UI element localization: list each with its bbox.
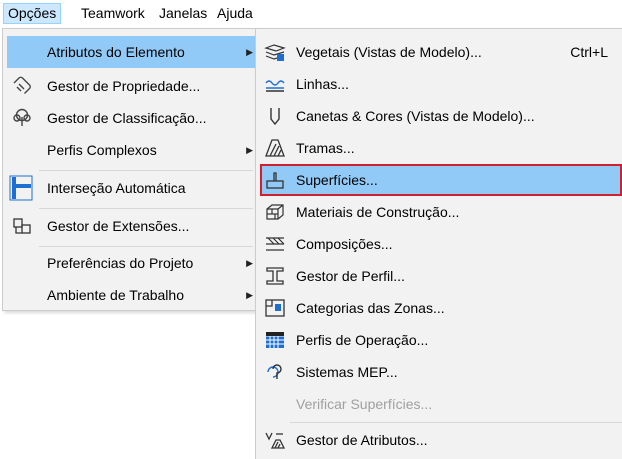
layers-icon: [264, 42, 286, 62]
shortcut-text: Ctrl+L: [570, 44, 608, 60]
submenu-item-label: Verificar Superfícies...: [296, 396, 433, 412]
menu-separator: [39, 208, 253, 209]
pen-icon: [264, 106, 286, 126]
zone-category-icon: [264, 298, 286, 318]
menu-item-label: Gestor de Extensões...: [47, 218, 190, 234]
submenu-item-compositions[interactable]: Composições...: [260, 228, 622, 260]
menu-item-label: Interseção Automática: [47, 180, 186, 196]
tree-icon: [11, 108, 33, 128]
submenu-item-building-materials[interactable]: Materiais de Construção...: [260, 196, 622, 228]
submenu-item-label: Composições...: [296, 236, 393, 252]
menu-teamwork-label: Teamwork: [81, 5, 145, 21]
submenu-item-label: Superfícies...: [296, 172, 378, 188]
menu-item-label: Atributos do Elemento: [47, 44, 185, 60]
submenu-item-label: Gestor de Perfil...: [296, 268, 405, 284]
submenu-item-lines[interactable]: Linhas...: [260, 68, 622, 100]
brick-cube-icon: [264, 202, 286, 222]
menu-opcoes-label: Opções: [8, 5, 57, 21]
mep-systems-icon: [264, 362, 286, 382]
submenu-item-label: Perfis de Operação...: [296, 332, 429, 348]
submenu-item-label: Materiais de Construção...: [296, 204, 460, 220]
menu-item-label: Gestor de Classificação...: [47, 110, 207, 126]
menu-item-auto-intersection[interactable]: Interseção Automática: [7, 172, 255, 204]
menu-item-complex-profiles[interactable]: Perfis Complexos ▶: [7, 134, 255, 166]
intersection-icon: [9, 175, 33, 201]
menu-janelas-label: Janelas: [159, 5, 208, 21]
submenu-item-pens-colors[interactable]: Canetas & Cores (Vistas de Modelo)...: [260, 100, 622, 132]
menu-janelas[interactable]: Janelas: [155, 3, 211, 24]
submenu-item-label: Sistemas MEP...: [296, 364, 398, 380]
submenu-item-label: Linhas...: [296, 76, 349, 92]
hatch-fill-icon: [264, 138, 286, 158]
menu-item-property-manager[interactable]: Gestor de Propriedade...: [7, 70, 255, 102]
composite-layers-icon: [264, 234, 286, 254]
element-attributes-submenu: Vegetais (Vistas de Modelo)... Ctrl+L Li…: [255, 28, 622, 459]
menu-item-classification-manager[interactable]: Gestor de Classificação...: [7, 102, 255, 134]
menu-separator: [39, 170, 253, 171]
menu-item-label: Gestor de Propriedade...: [47, 78, 201, 94]
grid-schedule-icon: [264, 330, 286, 350]
options-menu: Atributos do Elemento ▶ Gestor de Propri…: [2, 28, 260, 311]
attribute-manager-icon: [264, 430, 286, 450]
menu-item-project-preferences[interactable]: Preferências do Projeto ▶: [7, 247, 255, 279]
i-beam-profile-icon: [264, 266, 286, 286]
submenu-item-surfaces[interactable]: Superfícies...: [260, 164, 622, 196]
menu-ajuda-label: Ajuda: [217, 5, 253, 21]
menu-item-label: Ambiente de Trabalho: [47, 287, 184, 303]
submenu-item-layers[interactable]: Vegetais (Vistas de Modelo)... Ctrl+L: [260, 36, 622, 68]
submenu-item-label: Tramas...: [296, 140, 355, 156]
menu-opcoes[interactable]: Opções: [3, 3, 62, 24]
lines-icon: [264, 74, 286, 94]
submenu-arrow-icon: ▶: [246, 47, 253, 57]
menu-ajuda[interactable]: Ajuda: [213, 3, 257, 24]
menu-bar: Opções Teamwork Janelas Ajuda: [0, 0, 622, 27]
menu-item-work-environment[interactable]: Ambiente de Trabalho ▶: [7, 279, 255, 311]
submenu-item-label: Vegetais (Vistas de Modelo)...: [296, 44, 482, 60]
link-chain-icon: [11, 76, 33, 96]
submenu-item-label: Categorias das Zonas...: [296, 300, 445, 316]
submenu-item-fills[interactable]: Tramas...: [260, 132, 622, 164]
submenu-item-attribute-manager[interactable]: Gestor de Atributos...: [260, 424, 622, 456]
extensions-icon: [11, 216, 33, 236]
menu-item-extensions-manager[interactable]: Gestor de Extensões...: [7, 210, 255, 242]
submenu-item-label: Gestor de Atributos...: [296, 432, 428, 448]
paint-brush-icon: [264, 170, 286, 190]
submenu-arrow-icon: ▶: [246, 145, 253, 155]
menu-item-label: Perfis Complexos: [47, 142, 157, 158]
menu-item-label: Preferências do Projeto: [47, 255, 194, 271]
menu-separator: [290, 422, 622, 423]
submenu-arrow-icon: ▶: [246, 258, 253, 268]
submenu-item-zone-categories[interactable]: Categorias das Zonas...: [260, 292, 622, 324]
menu-teamwork[interactable]: Teamwork: [77, 3, 149, 24]
menu-item-element-attributes[interactable]: Atributos do Elemento ▶: [7, 36, 255, 68]
submenu-item-check-surfaces: Verificar Superfícies...: [260, 388, 622, 420]
submenu-item-mep-systems[interactable]: Sistemas MEP...: [260, 356, 622, 388]
submenu-item-profile-manager[interactable]: Gestor de Perfil...: [260, 260, 622, 292]
submenu-item-operation-profiles[interactable]: Perfis de Operação...: [260, 324, 622, 356]
submenu-arrow-icon: ▶: [246, 290, 253, 300]
submenu-item-label: Canetas & Cores (Vistas de Modelo)...: [296, 108, 535, 124]
